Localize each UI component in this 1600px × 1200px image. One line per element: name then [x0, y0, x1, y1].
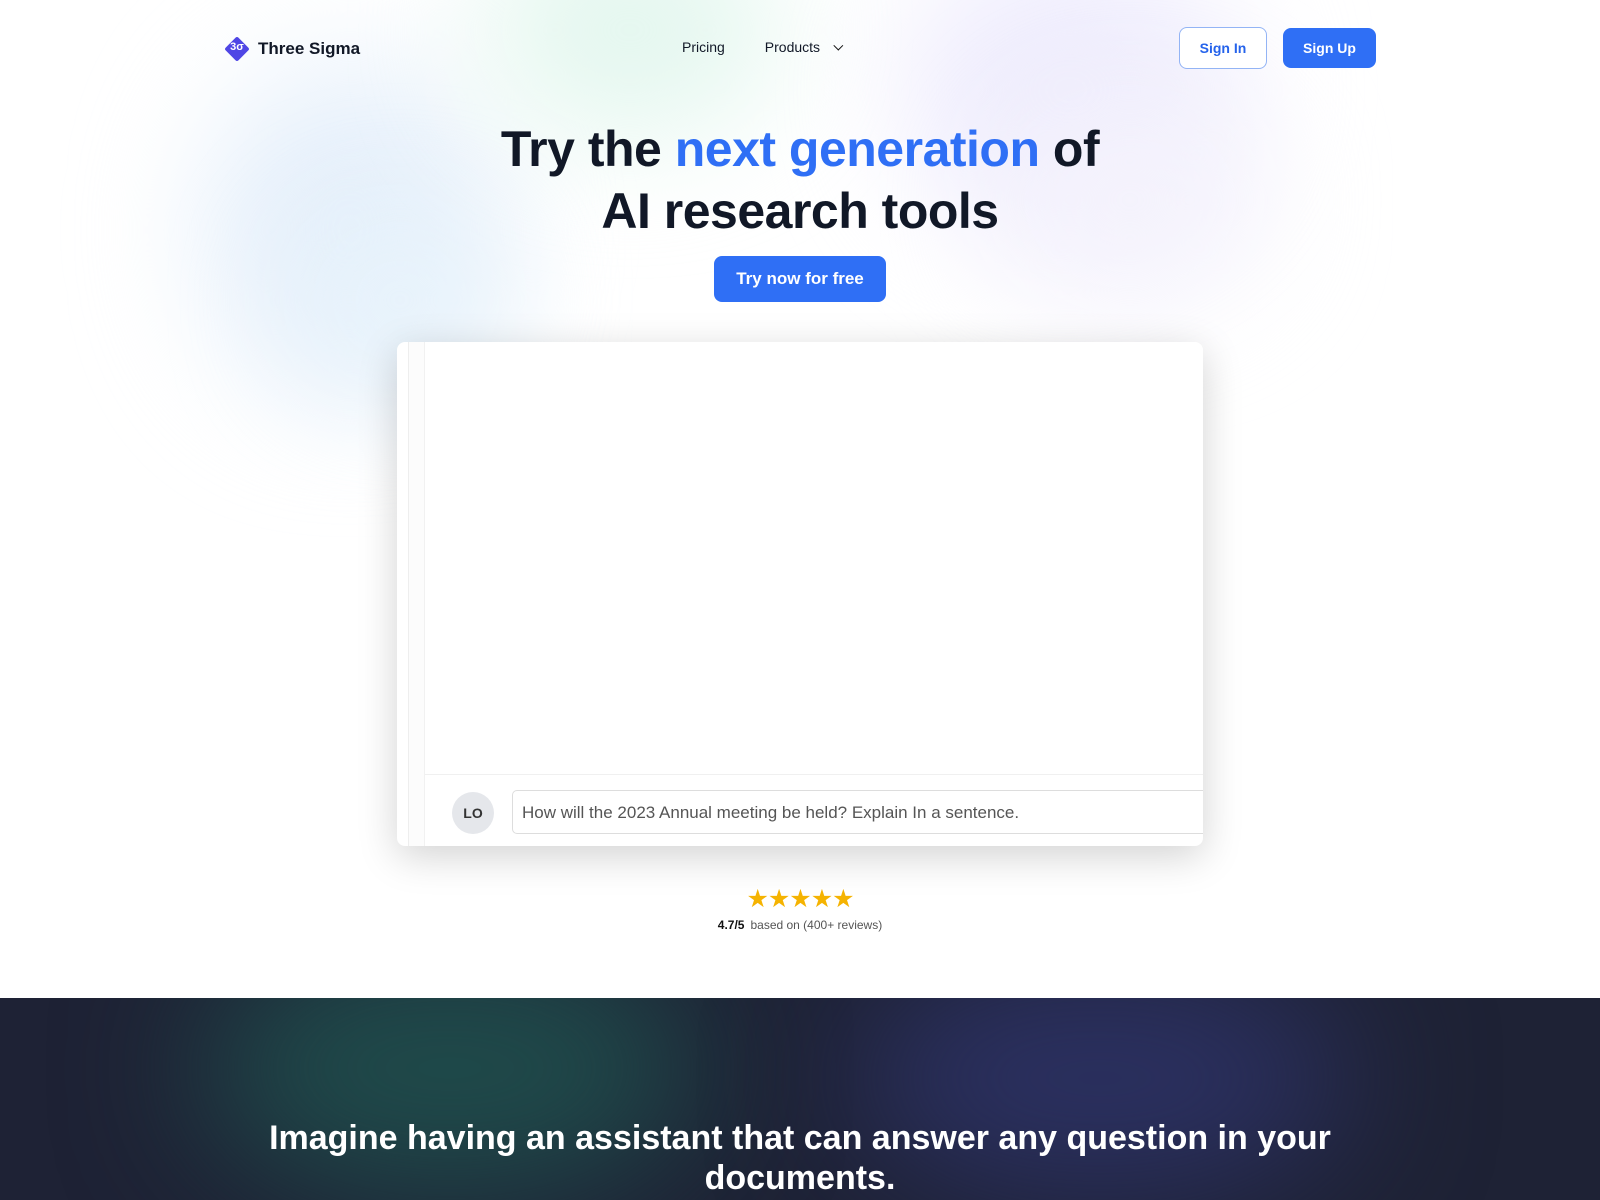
title-pre: Try the — [500, 121, 675, 177]
sign-in-button[interactable]: Sign In — [1179, 27, 1267, 69]
rating: ★★★★★ 4.7/5 based on (400+ reviews) — [0, 884, 1600, 932]
products-label: Products — [764, 39, 821, 55]
nav-link-products[interactable]: Products — [764, 39, 844, 55]
demo-window: LO How will the 2023 Annual meeting be h… — [397, 342, 1203, 846]
title-highlight: next generation — [674, 121, 1040, 177]
avatar: LO — [452, 792, 494, 834]
star-rating-icon: ★★★★★ — [746, 885, 854, 913]
brand-name: Three Sigma — [258, 39, 361, 58]
rating-text: based on (400+ reviews) — [750, 918, 883, 932]
title-post: of — [1039, 121, 1100, 177]
divider — [425, 774, 1203, 775]
try-free-button[interactable]: Try now for free — [714, 256, 886, 302]
nav-link-pricing[interactable]: Pricing — [682, 39, 725, 55]
hero-title: Try the next generation of AI research to… — [0, 118, 1600, 242]
logo[interactable]: 3σ Three Sigma — [224, 36, 360, 62]
chevron-down-icon — [833, 40, 844, 51]
logo-icon: 3σ — [224, 36, 250, 62]
top-nav: 3σ Three Sigma Pricing Products Sign In … — [0, 0, 1600, 96]
demo-sidebar-secondary — [409, 342, 425, 846]
sign-up-button[interactable]: Sign Up — [1283, 28, 1376, 68]
features-section: Imagine having an assistant that can ans… — [0, 998, 1600, 1200]
question-input[interactable]: How will the 2023 Annual meeting be held… — [512, 790, 1203, 834]
title-line2: AI research tools — [601, 183, 999, 239]
rating-score: 4.7/5 — [717, 918, 745, 932]
section-heading: Imagine having an assistant that can ans… — [269, 1119, 1331, 1197]
demo-sidebar — [397, 342, 409, 846]
